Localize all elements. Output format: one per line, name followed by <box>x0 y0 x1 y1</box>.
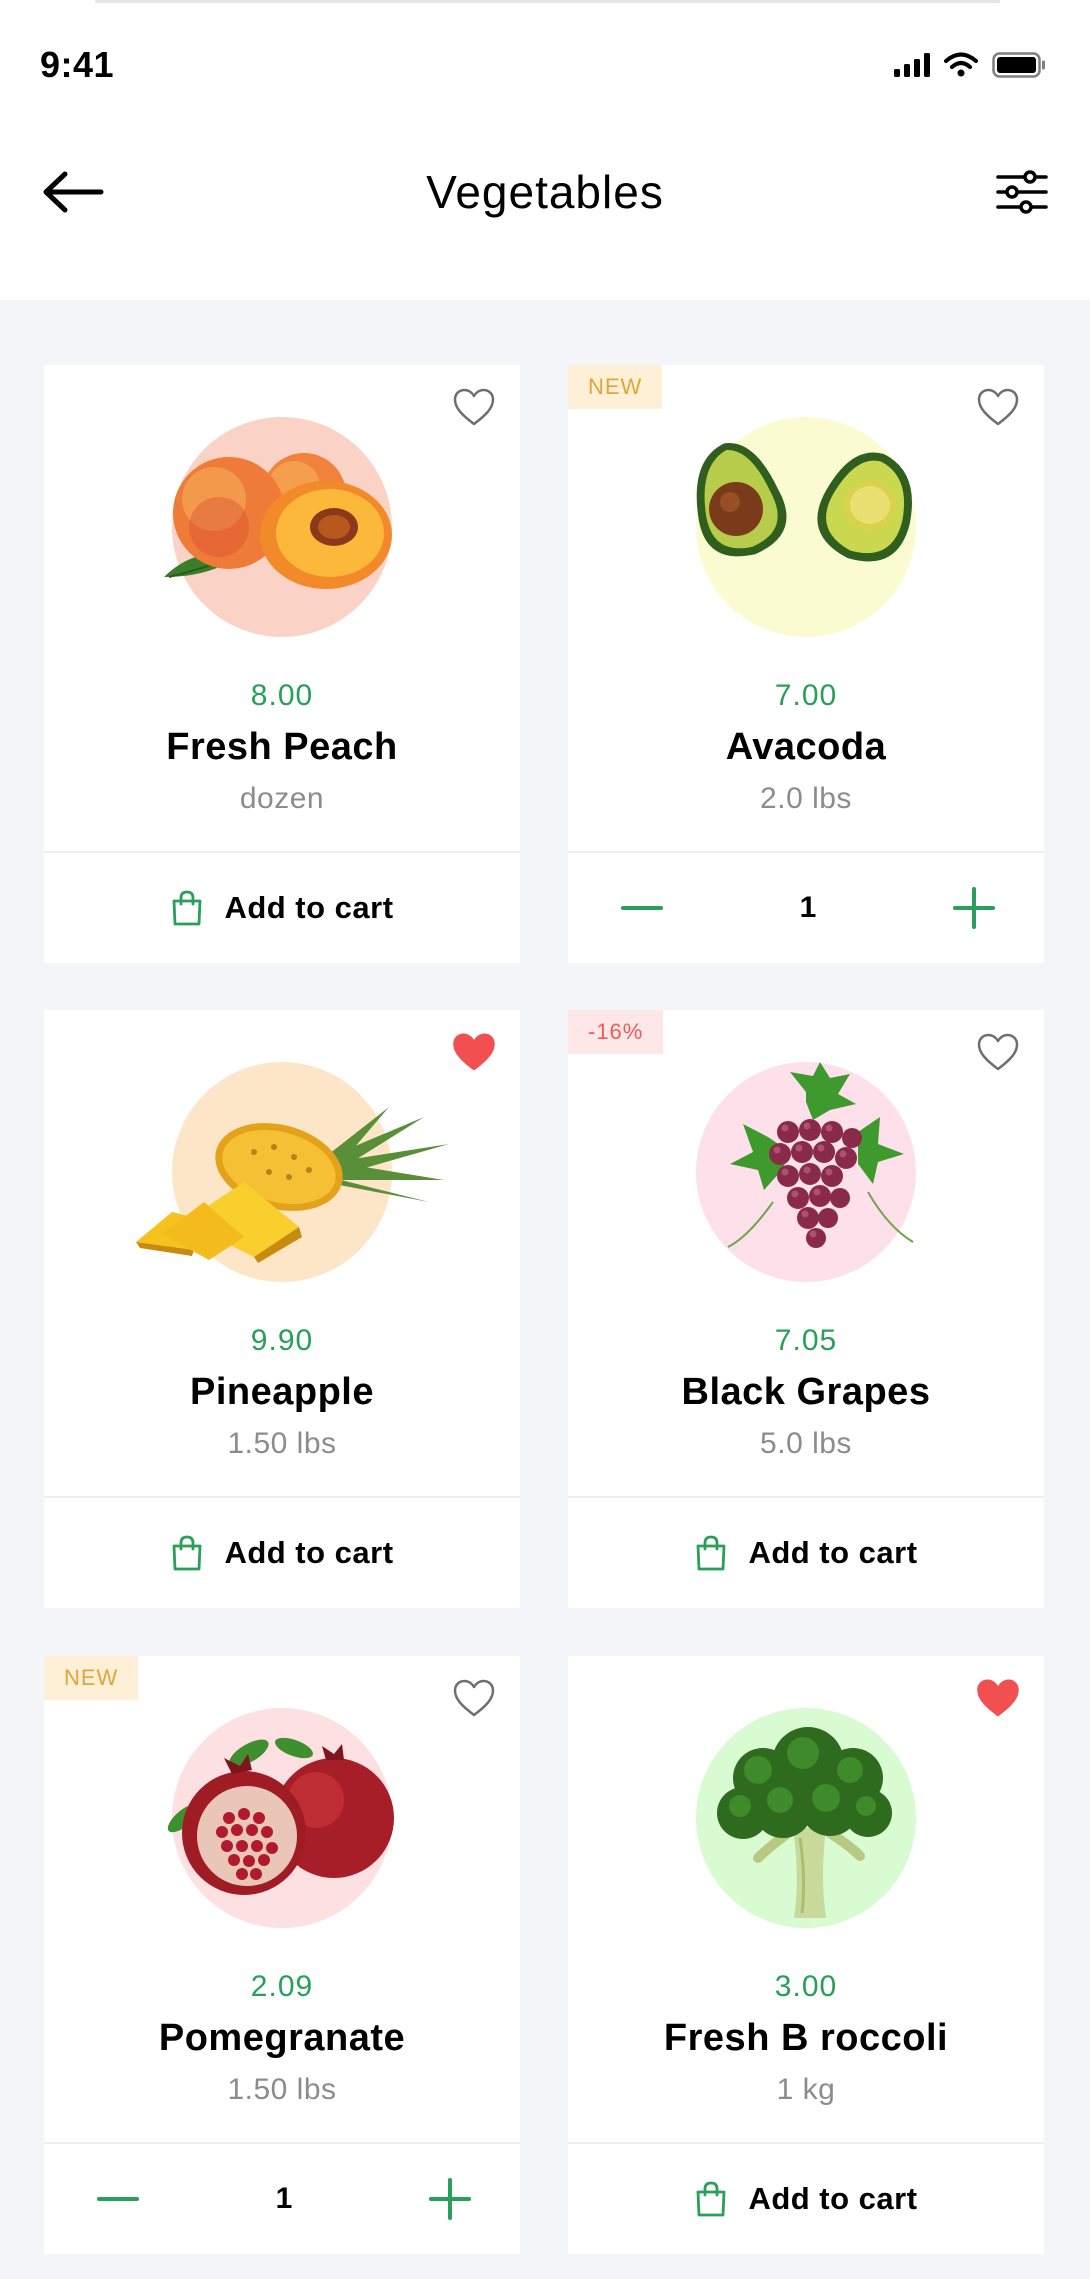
quantity-value: 1 <box>275 2182 293 2215</box>
plus-icon <box>953 887 995 929</box>
card-footer: Add to cart <box>44 1498 520 1608</box>
add-to-cart-label: Add to cart <box>224 1535 394 1570</box>
add-to-cart-label: Add to cart <box>224 890 394 925</box>
product-price: 9.90 <box>250 1324 314 1357</box>
wifi-icon <box>944 52 978 77</box>
quantity-value: 1 <box>799 891 817 924</box>
quantity-stepper: 1 <box>44 2144 520 2254</box>
shopping-bag-icon <box>697 1535 726 1571</box>
status-time: 9:41 <box>40 44 115 85</box>
product-unit: 1 kg <box>776 2073 836 2106</box>
add-to-cart-button[interactable]: Add to cart <box>694 1534 917 1572</box>
product-name: Pomegranate <box>158 2017 406 2059</box>
product-card[interactable]: NEW 2.09 Pomegranate 1.50 lbs 1 <box>44 1656 520 2254</box>
add-to-cart-button[interactable]: Add to cart <box>170 889 393 927</box>
plus-icon <box>429 2178 471 2220</box>
increase-button[interactable] <box>422 2171 478 2227</box>
broccoli-icon <box>717 1727 892 1918</box>
shopping-bag-icon <box>697 2181 726 2217</box>
discount-badge: -16% <box>568 1010 664 1054</box>
product-card[interactable]: NEW 7.00 Avacoda 2.0 lbs 1 <box>568 365 1044 963</box>
sliders-icon <box>996 170 1048 214</box>
minus-icon <box>621 906 663 910</box>
card-footer: Add to cart <box>568 2144 1044 2254</box>
pomegranate-icon <box>167 1737 394 1895</box>
decrease-button[interactable] <box>90 2171 146 2227</box>
decrease-button[interactable] <box>614 880 670 936</box>
card-footer: 1 <box>44 2144 520 2254</box>
product-card[interactable]: -16% 7.05 Black Grapes 5.0 lbs Add to ca… <box>568 1010 1044 1608</box>
grapes-icon <box>727 1062 914 1248</box>
shopping-bag-icon <box>173 890 202 926</box>
shopping-bag-icon <box>173 1535 202 1571</box>
product-price: 2.09 <box>250 1970 314 2003</box>
avocado-icon <box>696 443 912 562</box>
battery-icon <box>992 52 1045 78</box>
product-card[interactable]: 9.90 Pineapple 1.50 lbs Add to cart <box>44 1010 520 1608</box>
add-to-cart-button[interactable]: Add to cart <box>694 2180 917 2218</box>
minus-icon <box>97 2197 139 2201</box>
page-title: Vegetables <box>426 166 664 218</box>
product-card[interactable]: 3.00 Fresh B roccoli 1 kg Add to cart <box>568 1656 1044 2254</box>
product-price: 3.00 <box>774 1970 838 2003</box>
product-unit: 2.0 lbs <box>760 782 852 815</box>
product-price: 7.00 <box>774 679 838 712</box>
card-footer: 1 <box>568 853 1044 963</box>
quantity-stepper: 1 <box>568 853 1044 963</box>
status-icons <box>894 50 1046 80</box>
product-name: Pineapple <box>190 1371 374 1413</box>
product-name: Avacoda <box>725 726 887 768</box>
top-edge-line <box>95 0 1000 3</box>
app-header: 9:41 Vegetables <box>0 0 1090 300</box>
add-to-cart-label: Add to cart <box>748 1535 918 1570</box>
product-card[interactable]: 8.00 Fresh Peach dozen Add to cart <box>44 365 520 963</box>
filter-button[interactable] <box>990 160 1054 224</box>
product-unit: 1.50 lbs <box>227 2073 337 2106</box>
new-badge: NEW <box>44 1656 139 1700</box>
card-footer: Add to cart <box>44 853 520 963</box>
peach-icon <box>164 453 392 589</box>
add-to-cart-button[interactable]: Add to cart <box>170 1534 393 1572</box>
product-price: 8.00 <box>250 679 314 712</box>
pineapple-icon <box>136 1107 449 1263</box>
product-name: Fresh B roccoli <box>663 2017 949 2059</box>
product-name: Black Grapes <box>681 1371 931 1413</box>
new-badge: NEW <box>568 365 663 409</box>
signal-icon <box>894 53 930 77</box>
product-name: Fresh Peach <box>166 726 398 768</box>
increase-button[interactable] <box>946 880 1002 936</box>
product-unit: 1.50 lbs <box>227 1427 337 1460</box>
add-to-cart-label: Add to cart <box>748 2181 918 2216</box>
card-footer: Add to cart <box>568 1498 1044 1608</box>
product-price: 7.05 <box>774 1324 838 1357</box>
product-unit: 5.0 lbs <box>760 1427 852 1460</box>
product-unit: dozen <box>239 782 325 815</box>
